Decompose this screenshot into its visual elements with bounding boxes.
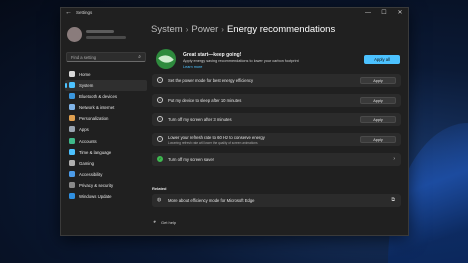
apply-button[interactable]: Apply — [360, 97, 396, 104]
close-button[interactable]: ✕ — [392, 8, 408, 19]
breadcrumb-power[interactable]: Power — [191, 24, 218, 35]
sidebar-item-apps[interactable]: Apps — [65, 124, 147, 135]
recommendation-text: Turn off my screen saver — [168, 157, 215, 162]
recommendation-row[interactable]: ✓ Turn off my screen saver › — [152, 153, 401, 166]
personalization-icon — [69, 115, 75, 122]
apply-all-button[interactable]: Apply all — [364, 55, 400, 64]
sidebar-item-network-internet[interactable]: Network & internet — [65, 102, 147, 113]
info-icon: i — [157, 97, 163, 103]
sidebar-item-label: Privacy & security — [79, 182, 114, 188]
info-icon: i — [157, 77, 163, 83]
sidebar-item-label: Bluetooth & devices — [79, 94, 117, 100]
recommendation-row: i Turn off my screen after 3 minutes Apply — [152, 113, 401, 126]
globe-icon: ◍ — [157, 197, 162, 203]
title-bar: ← Settings — ☐ ✕ — [61, 8, 408, 20]
recommendation-row: i Set the power mode for best energy effi… — [152, 74, 401, 87]
sidebar-item-label: Gaming — [79, 160, 95, 166]
apply-button[interactable]: Apply — [360, 116, 396, 123]
avatar — [67, 27, 82, 42]
breadcrumb-separator: › — [221, 25, 224, 34]
page-title: Energy recommendations — [226, 24, 336, 35]
bluetooth-icon — [69, 93, 75, 100]
recommendation-row: i Put my device to sleep after 10 minutes… — [152, 94, 401, 107]
sidebar-item-bluetooth-devices[interactable]: Bluetooth & devices — [65, 91, 147, 102]
sidebar-item-label: Home — [79, 72, 91, 77]
sidebar-item-label: Accounts — [79, 138, 97, 144]
learn-more-link[interactable]: Learn more — [183, 65, 202, 69]
checkmark-icon: ✓ — [157, 156, 163, 162]
privacy-icon — [69, 181, 75, 188]
maximize-button[interactable]: ☐ — [376, 8, 392, 19]
recommendation-text: Turn off my screen after 3 minutes — [168, 117, 232, 122]
recommendation-text: Lower your refresh rate to 60 Hz to cons… — [168, 135, 265, 140]
sidebar-nav: Home System Bluetooth & devices Network & i… — [65, 69, 147, 202]
breadcrumb-separator: › — [185, 25, 189, 34]
leaf-icon — [156, 49, 176, 69]
sidebar-item-accounts[interactable]: Accounts — [65, 136, 147, 147]
sidebar-item-personalization[interactable]: Personalization — [65, 113, 147, 124]
breadcrumb-system[interactable]: System — [151, 24, 183, 35]
info-icon: i — [157, 136, 163, 142]
sidebar-item-label: Personalization — [79, 116, 109, 122]
sidebar-item-accessibility[interactable]: Accessibility — [65, 169, 147, 180]
sidebar-item-label: Network & internet — [79, 105, 115, 111]
windows-update-icon — [69, 193, 75, 200]
sidebar-item-label: System — [79, 83, 94, 89]
info-icon: i — [157, 116, 163, 122]
sidebar-item-label: Time & language — [79, 149, 112, 155]
accessibility-icon — [69, 170, 75, 177]
search-placeholder: Find a setting — [71, 55, 97, 60]
apps-icon — [69, 126, 75, 133]
get-help-label: Get help — [161, 220, 177, 225]
system-icon — [69, 82, 75, 89]
recommendation-text: Set the power mode for best energy effic… — [168, 78, 254, 83]
help-icon: ◕ — [153, 219, 157, 225]
hero-title: Great start—keep going! — [183, 52, 242, 58]
home-icon — [69, 71, 75, 77]
sidebar-item-time-language[interactable]: Time & language — [65, 147, 147, 158]
accounts-icon — [69, 137, 75, 144]
window-title: Settings — [76, 10, 93, 15]
related-link-text: More about efficiency mode for Microsoft… — [168, 198, 255, 203]
gaming-icon — [69, 159, 75, 166]
hero-description: Apply energy saving recommendations to l… — [183, 59, 299, 63]
related-link-row[interactable]: ◍ More about efficiency mode for Microso… — [152, 194, 401, 207]
apply-button[interactable]: Apply — [360, 136, 396, 143]
external-link-icon: ⧉ — [391, 197, 395, 203]
sidebar-item-label: Windows Update — [79, 194, 112, 200]
chevron-right-icon: › — [393, 156, 395, 162]
recommendation-subtext: Lowering refresh rate will lower the qua… — [168, 141, 258, 145]
sidebar-item-label: Apps — [79, 127, 89, 133]
sidebar-item-system[interactable]: System — [65, 80, 147, 92]
search-input[interactable]: Find a setting ⌕ — [66, 52, 146, 62]
sidebar-item-home[interactable]: Home — [65, 69, 147, 80]
settings-window: ← Settings — ☐ ✕ Find a setting ⌕ Home Sy… — [60, 7, 409, 236]
search-icon: ⌕ — [138, 54, 141, 60]
profile-email-redacted — [86, 36, 126, 39]
network-icon — [69, 104, 75, 111]
minimize-button[interactable]: — — [360, 8, 376, 19]
back-arrow-icon[interactable]: ← — [65, 9, 72, 16]
time-language-icon — [69, 148, 75, 155]
breadcrumb: System › Power › Energy recommendations — [151, 24, 335, 35]
sidebar-item-label: Accessibility — [79, 171, 103, 177]
profile-name-redacted — [86, 30, 114, 33]
apply-button[interactable]: Apply — [360, 77, 396, 84]
recommendation-text: Put my device to sleep after 10 minutes — [168, 98, 242, 103]
recommendation-row: i Lower your refresh rate to 60 Hz to con… — [152, 133, 401, 146]
sidebar-item-privacy-security[interactable]: Privacy & security — [65, 180, 147, 191]
sidebar-item-windows-update[interactable]: Windows Update — [65, 191, 147, 202]
related-heading: Related — [152, 186, 167, 191]
sidebar-item-gaming[interactable]: Gaming — [65, 158, 147, 169]
